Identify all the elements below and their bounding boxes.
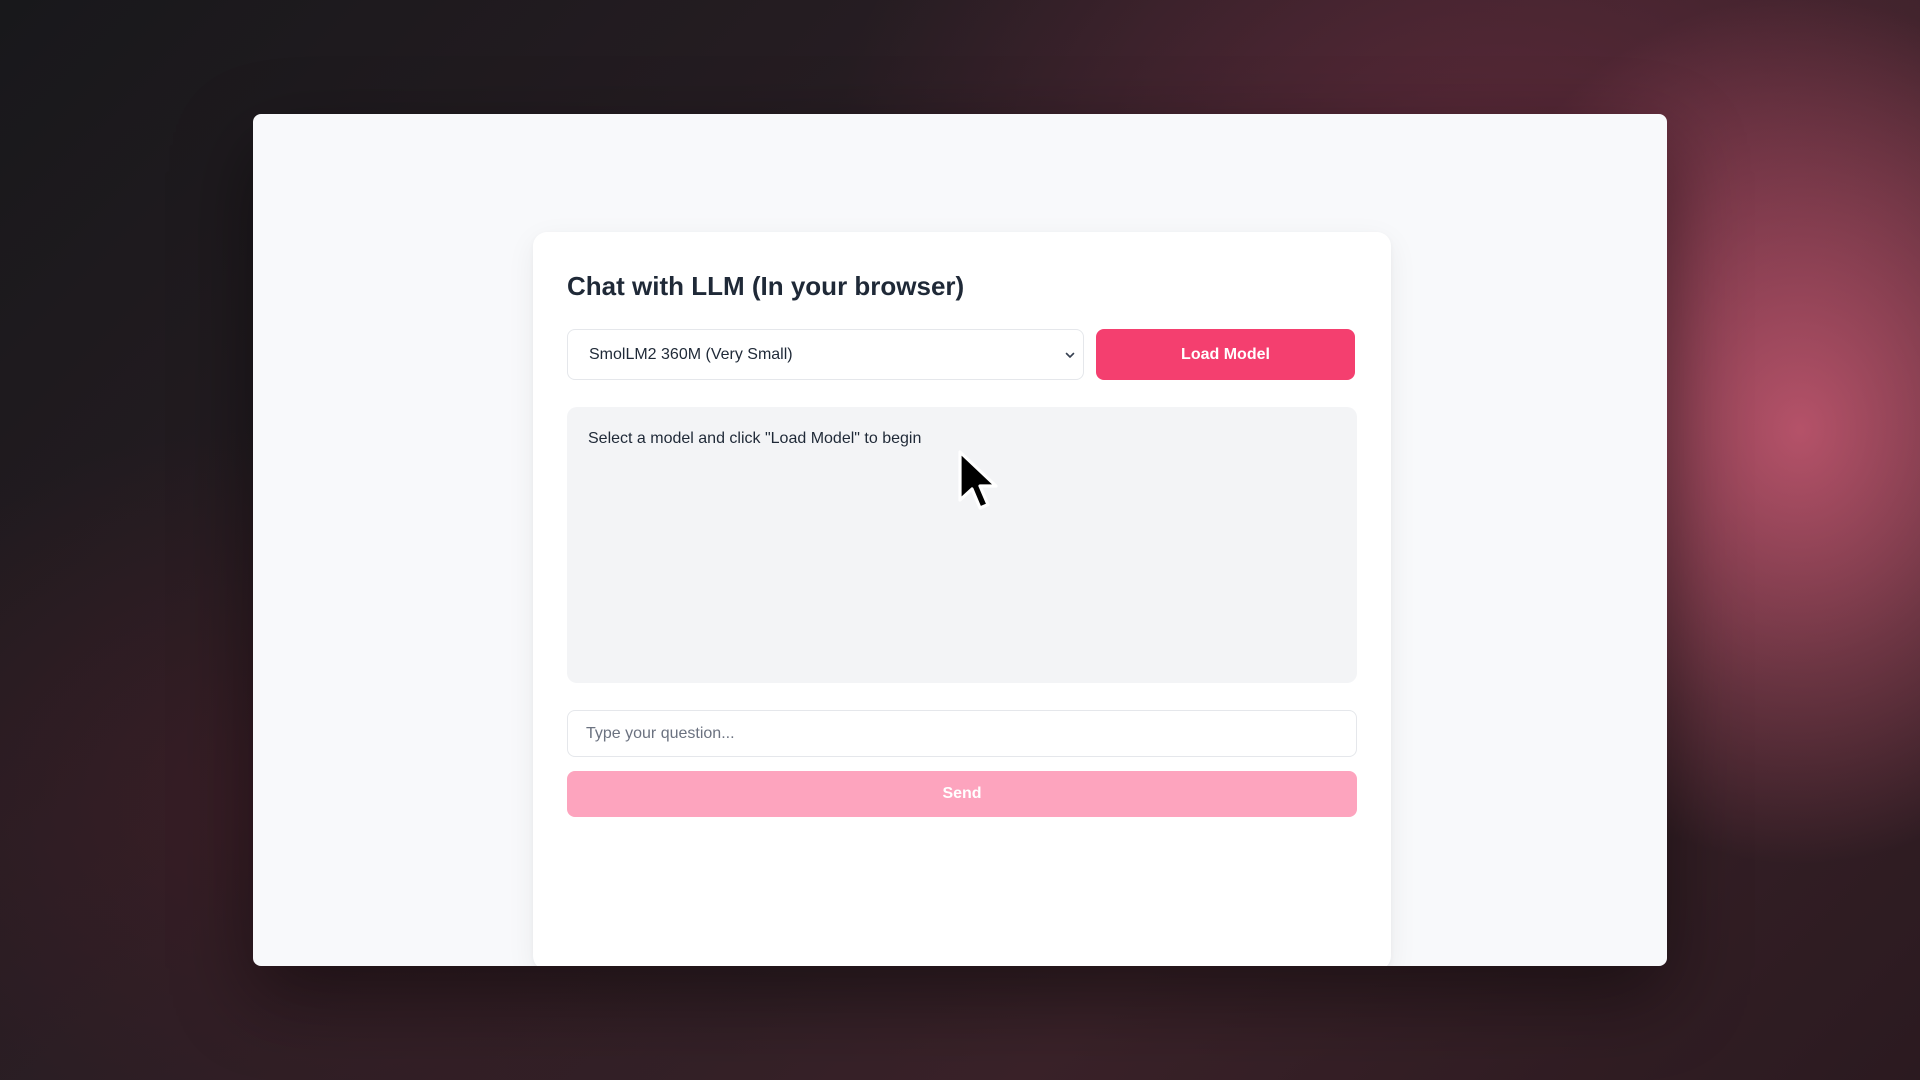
model-controls: SmolLM2 360M (Very Small) Load Model <box>567 329 1357 380</box>
status-message: Select a model and click "Load Model" to… <box>588 430 922 447</box>
model-select[interactable]: SmolLM2 360M (Very Small) <box>567 329 1084 380</box>
send-button[interactable]: Send <box>567 771 1357 817</box>
chevron-down-icon <box>1065 352 1075 358</box>
page-title: Chat with LLM (In your browser) <box>567 271 965 301</box>
load-model-button[interactable]: Load Model <box>1096 329 1355 380</box>
chat-card: Chat with LLM (In your browser) SmolLM2 … <box>533 232 1391 966</box>
question-input[interactable] <box>567 710 1357 757</box>
messages-area: Select a model and click "Load Model" to… <box>567 407 1357 683</box>
browser-window: Chat with LLM (In your browser) SmolLM2 … <box>253 114 1667 966</box>
model-select-value: SmolLM2 360M (Very Small) <box>589 345 793 363</box>
